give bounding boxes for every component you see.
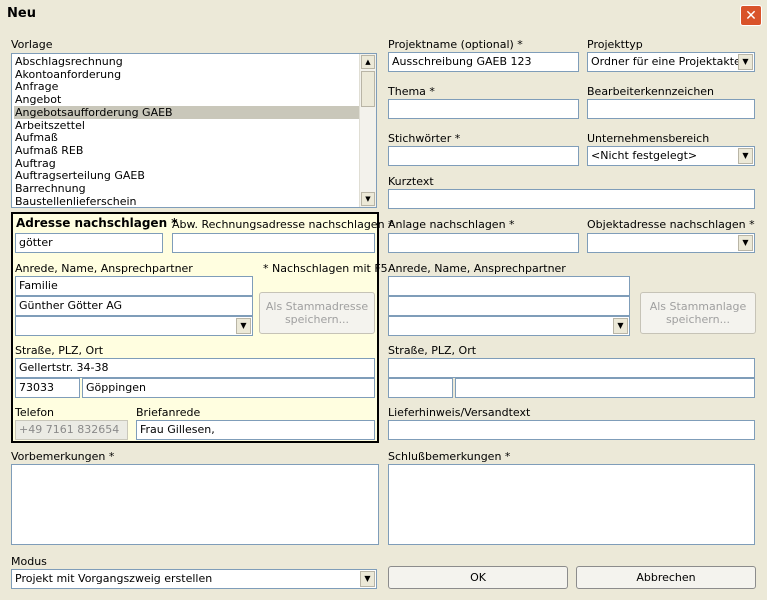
projekttyp-combo[interactable]: Ordner für eine Projektakte ▼ — [587, 52, 755, 72]
bearbeiter-input[interactable] — [587, 99, 755, 119]
chevron-down-icon[interactable]: ▼ — [738, 235, 753, 251]
schlussbemerkungen-textarea[interactable] — [388, 464, 755, 545]
bearbeiter-label: Bearbeiterkennzeichen — [587, 85, 715, 98]
arrow-down-icon[interactable]: ▼ — [361, 192, 375, 206]
thema-label: Thema * — [388, 85, 435, 98]
ansprechpartner-combo[interactable]: ▼ — [15, 316, 253, 336]
anrede-input[interactable]: Familie — [15, 276, 253, 296]
strasse-label: Straße, PLZ, Ort — [15, 344, 104, 357]
list-item[interactable]: Abschlagsrechnung — [14, 55, 364, 68]
unternehmensbereich-label: Unternehmensbereich — [587, 132, 710, 145]
abw-adresse-input[interactable] — [172, 233, 375, 253]
list-item[interactable]: Aufmaß — [14, 131, 364, 144]
modus-combo[interactable]: Projekt mit Vorgangszweig erstellen ▼ — [11, 569, 377, 589]
kurztext-input[interactable] — [388, 189, 755, 209]
list-item[interactable]: Arbeitszettel — [14, 119, 364, 132]
cancel-button[interactable]: Abbrechen — [576, 566, 756, 589]
vorlage-label: Vorlage — [11, 38, 53, 51]
anlage-strasse-input[interactable] — [388, 358, 755, 378]
close-icon[interactable]: ✕ — [740, 5, 762, 26]
lieferhinweis-input[interactable] — [388, 420, 755, 440]
lieferhinweis-label: Lieferhinweis/Versandtext — [388, 406, 531, 419]
projektname-input[interactable]: Ausschreibung GAEB 123 — [388, 52, 579, 72]
chevron-down-icon[interactable]: ▼ — [613, 318, 628, 334]
projekttyp-value: Ordner für eine Projektakte — [591, 55, 741, 68]
telefon-label: Telefon — [15, 406, 55, 419]
unternehmensbereich-value: <Nicht festgelegt> — [591, 149, 698, 162]
stichwoerter-input[interactable] — [388, 146, 579, 166]
arrow-up-icon[interactable]: ▲ — [361, 55, 375, 69]
telefon-input: +49 7161 832654 — [15, 420, 128, 440]
projektname-label: Projektname (optional) * — [388, 38, 523, 51]
unternehmensbereich-combo[interactable]: <Nicht festgelegt> ▼ — [587, 146, 755, 166]
anlage-label: Anlage nachschlagen * — [388, 218, 515, 231]
list-item[interactable]: Anfrage — [14, 80, 364, 93]
ok-button[interactable]: OK — [388, 566, 568, 589]
list-item[interactable]: Angebotsaufforderung GAEB — [14, 105, 364, 119]
briefanrede-input[interactable]: Frau Gillesen, — [136, 420, 375, 440]
f5-note: * Nachschlagen mit F5 — [263, 262, 388, 275]
anlage-plz-input[interactable] — [388, 378, 453, 398]
chevron-down-icon[interactable]: ▼ — [360, 571, 375, 587]
anlage-ansprechpartner-combo[interactable]: ▼ — [388, 316, 630, 336]
vorlage-list[interactable]: Abschlagsrechnung Akontoanforderung Anfrag… — [11, 53, 377, 208]
anlage-ort-input[interactable] — [455, 378, 755, 398]
briefanrede-label: Briefanrede — [136, 406, 201, 419]
list-item[interactable]: Baustellenlieferschein — [14, 195, 364, 207]
chevron-down-icon[interactable]: ▼ — [738, 54, 753, 70]
anrede-label: Anrede, Name, Ansprechpartner — [15, 262, 193, 275]
ort-input[interactable]: Göppingen — [82, 378, 375, 398]
adresse-input[interactable]: götter — [15, 233, 163, 253]
stammadresse-button[interactable]: Als Stammadresse speichern... — [259, 292, 375, 334]
stammanlage-button[interactable]: Als Stammanlage speichern... — [640, 292, 756, 334]
thema-input[interactable] — [388, 99, 579, 119]
anlage-anrede-label: Anrede, Name, Ansprechpartner — [388, 262, 566, 275]
modus-value: Projekt mit Vorgangszweig erstellen — [15, 572, 213, 585]
anlage-strasse-label: Straße, PLZ, Ort — [388, 344, 477, 357]
list-item[interactable]: Auftragserteilung GAEB — [14, 169, 364, 182]
modus-label: Modus — [11, 555, 47, 568]
vorbemerkungen-label: Vorbemerkungen * — [11, 450, 115, 463]
window-title: Neu — [7, 6, 36, 21]
objektadresse-combo[interactable]: ▼ — [587, 233, 755, 253]
schlussbemerkungen-label: Schlußbemerkungen * — [388, 450, 511, 463]
title-bar — [0, 0, 767, 30]
chevron-down-icon[interactable]: ▼ — [738, 148, 753, 164]
stichwoerter-label: Stichwörter * — [388, 132, 461, 145]
anlage-input[interactable] — [388, 233, 579, 253]
list-item[interactable]: Angebot — [14, 93, 364, 106]
vorlage-scrollbar[interactable]: ▲ ▼ — [359, 54, 376, 207]
plz-input[interactable]: 73033 — [15, 378, 80, 398]
projekttyp-label: Projekttyp — [587, 38, 643, 51]
objektadresse-label: Objektadresse nachschlagen * — [587, 218, 755, 231]
adresse-label: Adresse nachschlagen * — [16, 216, 178, 230]
list-item[interactable]: Barrechnung — [14, 182, 364, 195]
name-input[interactable]: Günther Götter AG — [15, 296, 253, 316]
list-item[interactable]: Aufmaß REB — [14, 144, 364, 157]
strasse-input[interactable]: Gellertstr. 34-38 — [15, 358, 375, 378]
list-item[interactable]: Akontoanforderung — [14, 68, 364, 81]
abw-adresse-label: Abw. Rechnungsadresse nachschlagen * — [172, 218, 394, 231]
chevron-down-icon[interactable]: ▼ — [236, 318, 251, 334]
vorbemerkungen-textarea[interactable] — [11, 464, 379, 545]
list-item[interactable]: Auftrag — [14, 157, 364, 170]
scroll-thumb[interactable] — [361, 71, 375, 107]
kurztext-label: Kurztext — [388, 175, 434, 188]
anlage-anrede-input[interactable] — [388, 276, 630, 296]
anlage-name-input[interactable] — [388, 296, 630, 316]
